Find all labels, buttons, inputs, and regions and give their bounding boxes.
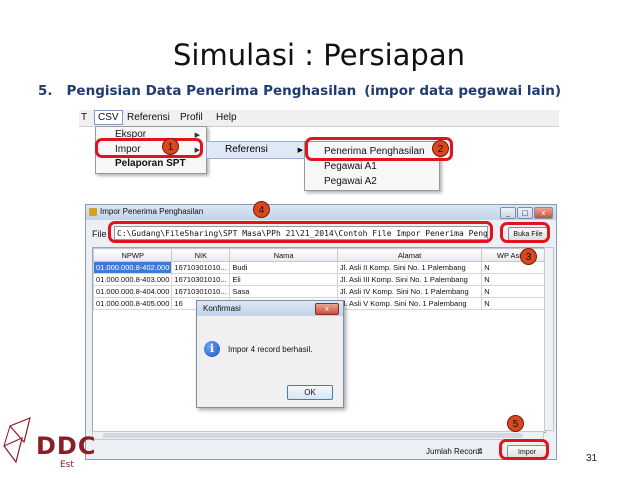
window-title: Impor Penerima Penghasilan — [100, 207, 204, 216]
window-titlebar: Impor Penerima Penghasilan _ □ x — [86, 205, 556, 220]
menu-pelaporan-spt[interactable]: Pelaporan SPT — [115, 158, 186, 169]
cell-wp-asing[interactable]: N — [481, 273, 545, 286]
page-number: 31 — [586, 453, 598, 464]
subtitle-text: Pengisian Data Penerima Penghasilan — [66, 83, 357, 99]
cell-npwp[interactable]: 01.000.000.8-403.000 — [93, 273, 173, 286]
table-row[interactable]: 01.000.000.8-404.000 16710301010... Sasa… — [93, 285, 545, 298]
cell-alamat[interactable]: Jl. Asli IV Komp. Sini No. 1 Palembang — [336, 285, 483, 298]
dialog-titlebar: Konfirmasi x — [197, 301, 343, 316]
step-badge-5: 5 — [507, 415, 524, 432]
step-badge-4: 4 — [253, 201, 270, 218]
column-header-nik[interactable]: NIK — [171, 248, 231, 262]
logo-subtext: Est — [60, 460, 74, 470]
menu-item-help[interactable]: Help — [216, 112, 237, 123]
step-badge-3: 3 — [520, 248, 537, 265]
subtitle-paren: (impor data pegawai lain) — [364, 83, 562, 99]
jumlah-record-value: 4 — [478, 447, 483, 456]
menu-referensi[interactable]: Referensi — [225, 144, 268, 155]
cell-alamat[interactable]: Jl. Asli II Komp. Sini No. 1 Palembang — [336, 261, 483, 274]
scrollbar-thumb[interactable] — [103, 433, 523, 438]
menu-bar: T CSV Referensi Profil Help — [79, 110, 559, 127]
cell-alamat[interactable]: Jl. Asli III Komp. Sini No. 1 Palembang — [336, 273, 483, 286]
menu-pegawai-a1[interactable]: Pegawai A1 — [324, 161, 377, 172]
menu-item-t[interactable]: T — [81, 112, 87, 123]
slide-title: Simulasi : Persiapan — [172, 38, 465, 72]
company-logo: DDC Est — [0, 412, 110, 478]
horizontal-scrollbar[interactable] — [92, 431, 544, 440]
cell-nik[interactable]: 16710301010... — [171, 261, 231, 274]
step-badge-2: 2 — [432, 140, 449, 157]
maximize-button[interactable]: □ — [517, 207, 533, 219]
submenu-arrow-icon: ▶ — [297, 147, 303, 154]
close-button[interactable]: x — [534, 207, 553, 219]
minimize-button[interactable]: _ — [500, 207, 516, 219]
impor-submenu: Referensi ▶ — [206, 141, 310, 159]
cell-npwp[interactable]: 01.000.000.8-404.000 — [93, 285, 173, 298]
cell-alamat[interactable]: Jl. Asli V Komp. Sini No. 1 Palembang — [336, 297, 483, 310]
dialog-message: Impor 4 record berhasil. — [228, 345, 313, 354]
konfirmasi-dialog: Konfirmasi x i Impor 4 record berhasil. … — [196, 300, 344, 408]
logo-text: DDC — [36, 432, 97, 460]
step-badge-1: 1 — [162, 138, 179, 155]
menu-item-profil[interactable]: Profil — [180, 112, 203, 123]
cell-npwp[interactable]: 01.000.000.8-402.000 — [93, 261, 173, 274]
cell-wp-asing[interactable]: N — [481, 297, 545, 310]
jumlah-record-label: Jumlah Record: — [426, 447, 483, 456]
highlight-penerima-penghasilan — [305, 137, 453, 161]
cell-wp-asing[interactable]: N — [481, 285, 545, 298]
ok-button[interactable]: OK — [287, 385, 333, 400]
highlight-impor-button — [499, 439, 549, 460]
cell-nik[interactable]: 16710301010... — [171, 273, 231, 286]
cell-wp-asing[interactable]: N — [481, 261, 545, 274]
highlight-impor — [95, 138, 203, 158]
cell-nama[interactable]: Eli — [229, 273, 338, 286]
highlight-file-path — [108, 221, 493, 243]
logo-mark-icon — [3, 417, 31, 464]
slide-subtitle: 5. Pengisian Data Penerima Penghasilan (im… — [38, 83, 561, 99]
window-icon — [89, 208, 97, 216]
menu-item-referensi[interactable]: Referensi — [127, 112, 170, 123]
column-header-nama[interactable]: Nama — [229, 248, 338, 262]
table-row[interactable]: 01.000.000.8-402.000 16710301010... Budi… — [93, 261, 545, 274]
info-icon: i — [204, 341, 220, 357]
dialog-close-button[interactable]: x — [315, 303, 339, 315]
menu-pegawai-a2[interactable]: Pegawai A2 — [324, 176, 377, 187]
cell-nik[interactable]: 16710301010... — [171, 285, 231, 298]
cell-nama[interactable]: Budi — [229, 261, 338, 274]
highlight-buka-file — [500, 222, 550, 243]
menu-item-csv[interactable]: CSV — [94, 110, 123, 125]
vertical-scrollbar[interactable] — [544, 247, 554, 431]
cell-npwp[interactable]: 01.000.000.8-405.000 — [93, 297, 173, 310]
dialog-title: Konfirmasi — [203, 304, 241, 313]
cell-nama[interactable]: Sasa — [229, 285, 338, 298]
subtitle-number: 5. — [38, 83, 53, 99]
table-row[interactable]: 01.000.000.8-403.000 16710301010... Eli … — [93, 273, 545, 286]
column-header-alamat[interactable]: Alamat — [336, 248, 483, 262]
column-header-npwp[interactable]: NPWP — [93, 248, 173, 262]
